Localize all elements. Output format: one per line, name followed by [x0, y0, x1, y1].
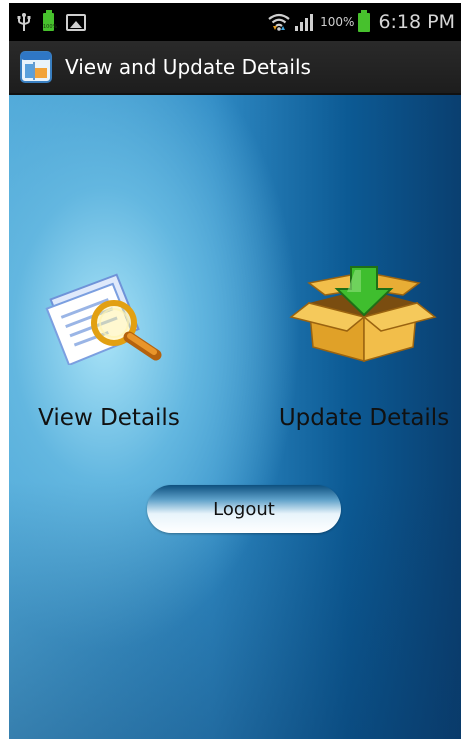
clock: 6:18 PM	[378, 11, 455, 33]
system-status: 100% 6:18 PM	[268, 9, 455, 35]
picture-icon	[66, 13, 86, 31]
box-download-icon[interactable]	[289, 265, 439, 365]
app-icon	[20, 51, 52, 83]
battery-percent: 100%	[320, 15, 355, 29]
update-details-tile[interactable]: Update Details	[274, 265, 454, 431]
main-content: View Details Update Details Logout	[9, 95, 461, 739]
phone-screen: 100% 100% 6:18 PM View and Update Detail…	[9, 3, 461, 739]
magnifier-document-icon[interactable]	[34, 265, 184, 365]
update-details-label[interactable]: Update Details	[274, 405, 454, 431]
view-details-tile[interactable]: View Details	[29, 265, 189, 431]
page-title: View and Update Details	[65, 55, 311, 79]
status-bar: 100% 100% 6:18 PM	[9, 3, 461, 41]
wifi-icon	[268, 13, 290, 31]
usb-icon	[17, 13, 31, 31]
view-details-label[interactable]: View Details	[29, 405, 189, 431]
signal-icon	[295, 14, 314, 31]
logout-button[interactable]: Logout	[147, 485, 341, 533]
battery-small-text: 100%	[43, 24, 58, 30]
battery-icon	[358, 9, 371, 32]
notification-icons: 100%	[17, 9, 86, 35]
battery-icon: 100%	[43, 10, 58, 31]
action-bar: View and Update Details	[9, 41, 461, 95]
